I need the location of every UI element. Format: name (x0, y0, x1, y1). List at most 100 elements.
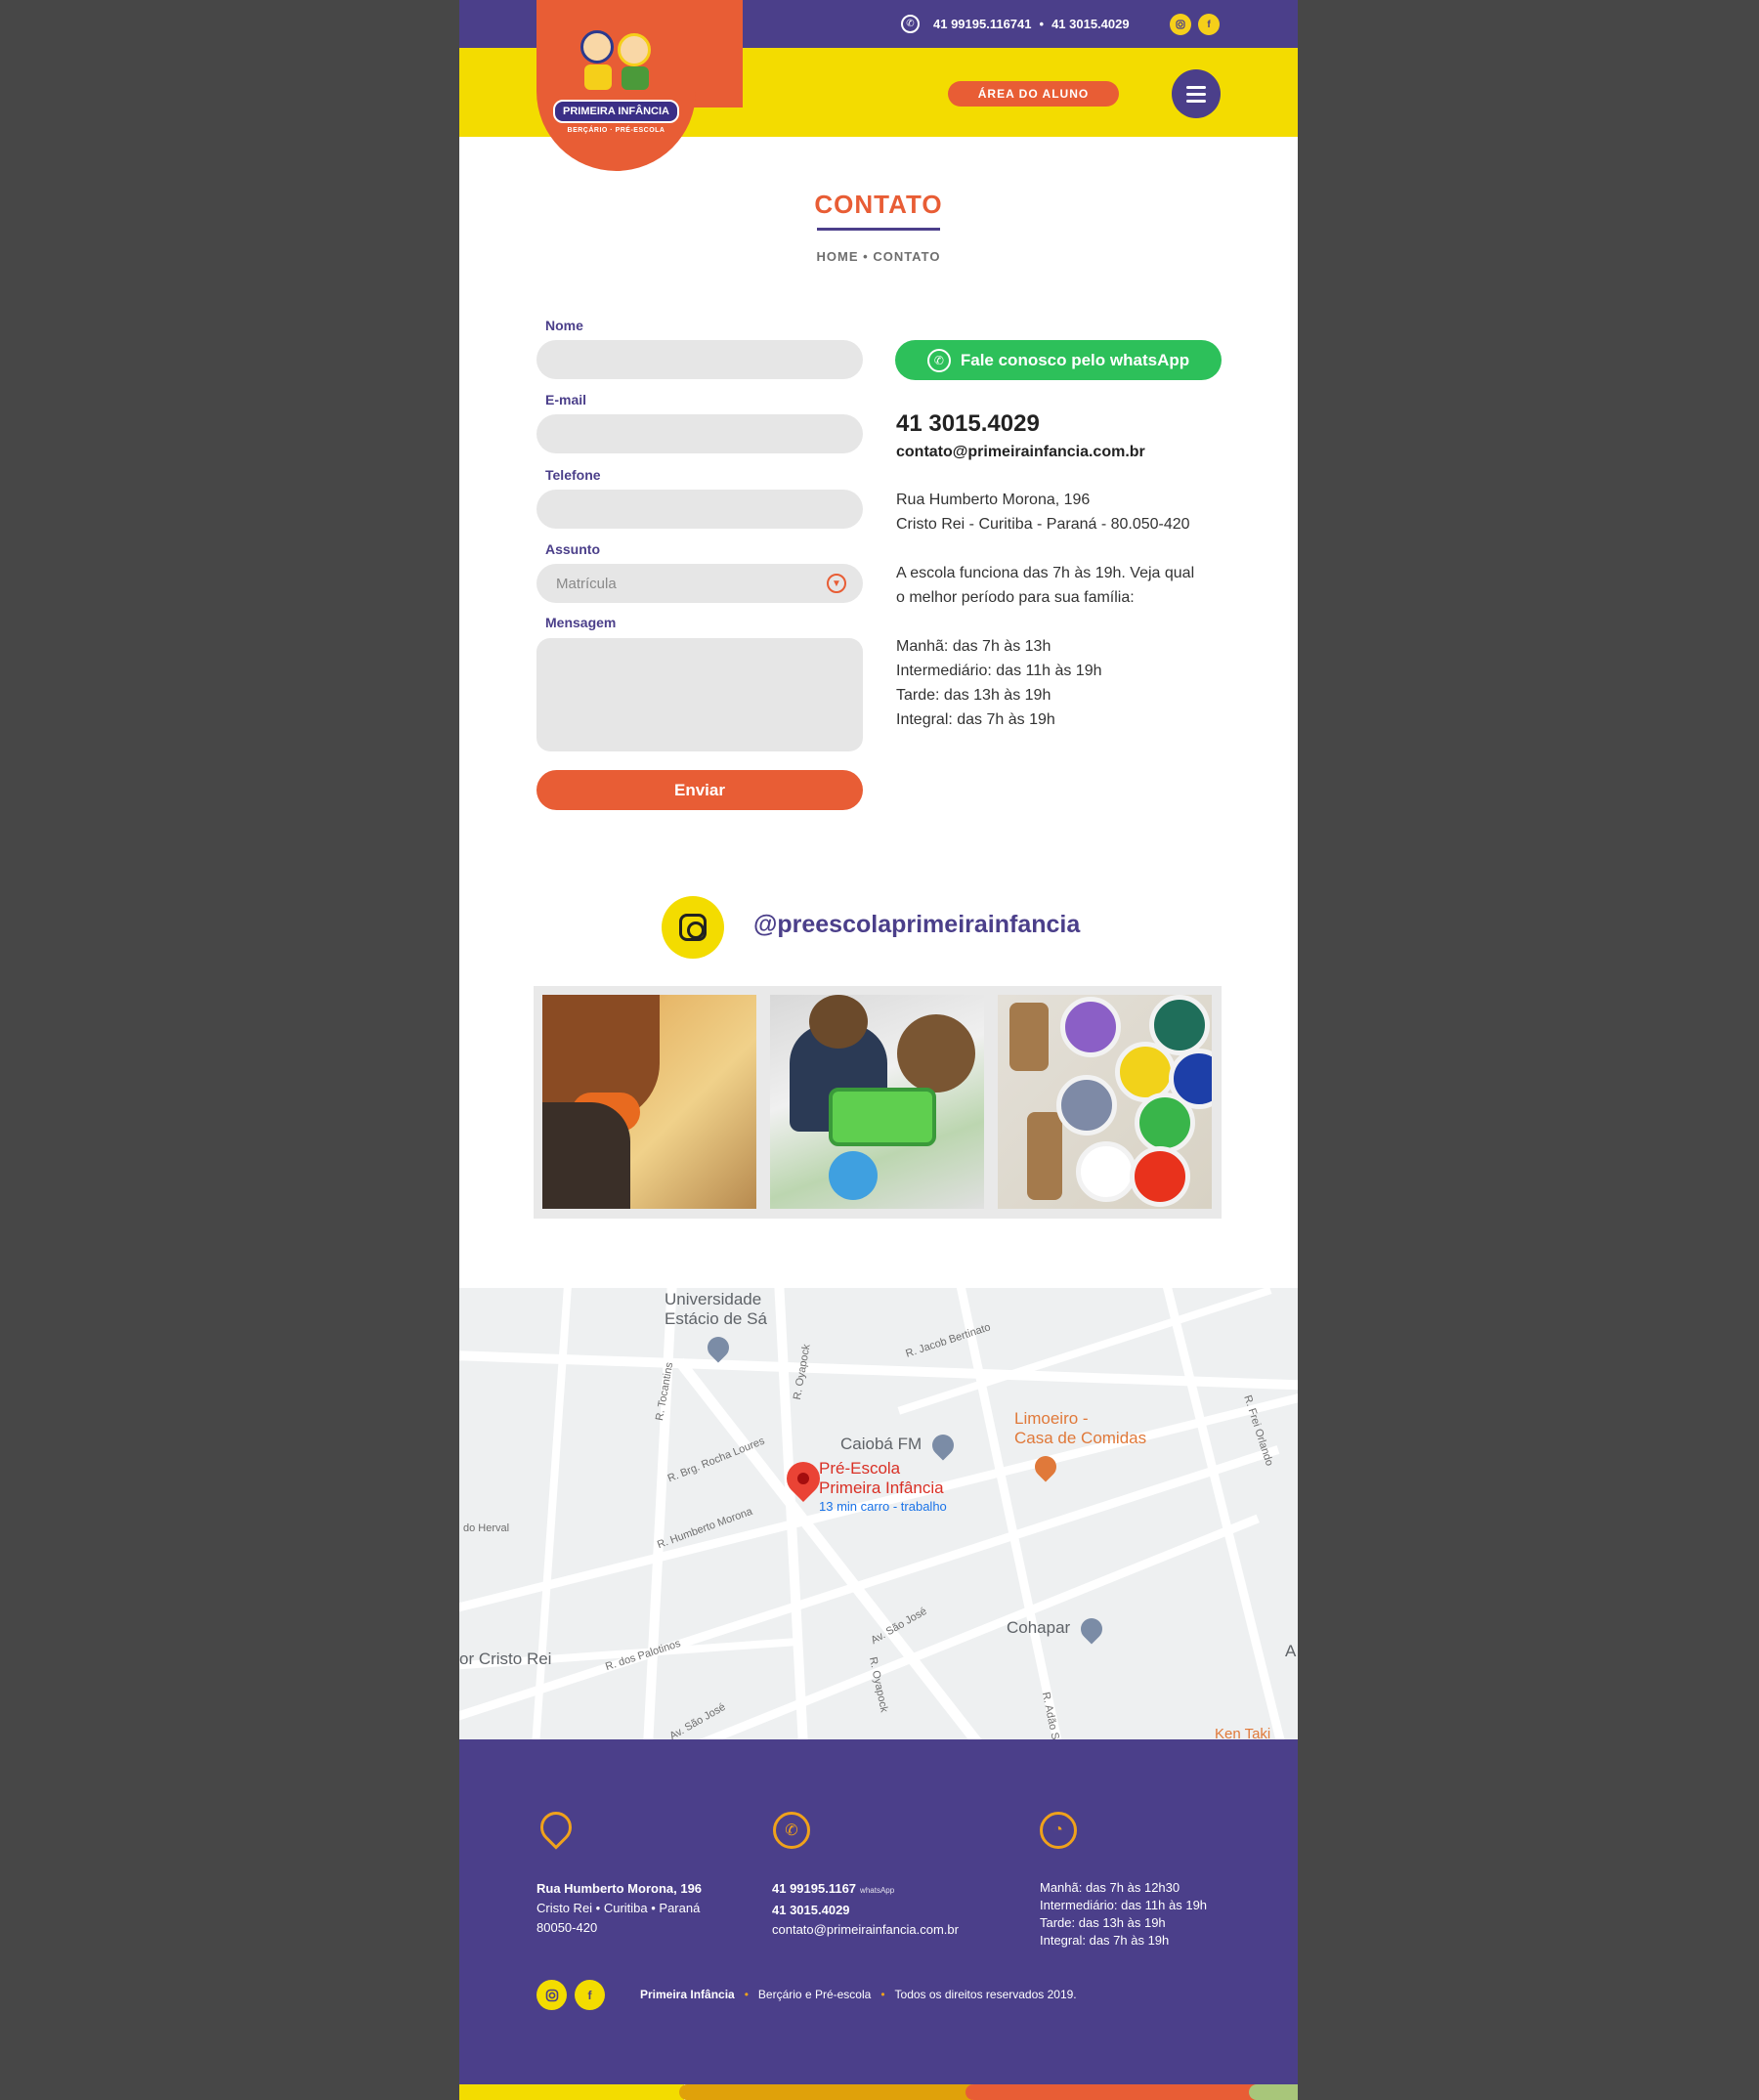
hours-intro-line1: A escola funciona das 7h às 19h. Veja qu… (896, 565, 1195, 581)
hours-tarde: Tarde: das 13h às 19h (896, 687, 1051, 704)
footer-hours-integral: Integral: das 7h às 19h (1040, 1933, 1170, 1948)
building-pin-icon (1076, 1613, 1107, 1645)
mensagem-textarea[interactable] (536, 638, 863, 751)
contact-phone: 41 3015.4029 (896, 410, 1040, 437)
top-phone[interactable]: 41 3015.4029 (1051, 17, 1130, 31)
title-underline (817, 228, 940, 231)
whatsapp-icon: ✆ (926, 348, 951, 372)
instagram-icon[interactable] (662, 896, 724, 959)
hours-intro-line2: o melhor período para sua família: (896, 589, 1135, 606)
telefone-label: Telefone (545, 467, 601, 483)
footer-email[interactable]: contato@primeirainfancia.com.br (772, 1922, 959, 1937)
street-adao: R. Adão S (1039, 1691, 1061, 1739)
nome-input[interactable] (536, 340, 863, 379)
instagram-gallery (534, 986, 1222, 1219)
color-stripe-yellow (459, 2084, 684, 2100)
whatsapp-icon: ✆ (901, 15, 920, 33)
map-kentaki: Ken Taki (1215, 1726, 1271, 1739)
menu-line-icon (1186, 92, 1206, 96)
footer-hours-intermediario: Intermediário: das 11h às 19h (1040, 1898, 1208, 1912)
facebook-icon[interactable]: f (1198, 14, 1220, 35)
instagram-icon[interactable] (536, 1980, 567, 2010)
footer-whatsapp-tag: whatsApp (860, 1886, 895, 1895)
logo-kids-illustration (573, 25, 661, 94)
footer-dot: • (880, 1988, 885, 2001)
page-title: CONTATO (814, 190, 943, 219)
map-route: 13 min carro - trabalho (819, 1499, 947, 1514)
assunto-select[interactable]: Matrícula ▼ (536, 564, 863, 603)
map-school-line1: Pré-Escola (819, 1459, 901, 1478)
hours-integral: Integral: das 7h às 19h (896, 711, 1055, 728)
footer-phone-whatsapp[interactable]: 41 99195.1167 (772, 1881, 856, 1896)
footer-copyright: Primeira Infância • Berçário e Pré-escol… (640, 1988, 1077, 2001)
radio-pin-icon (927, 1430, 959, 1461)
instagram-photo[interactable] (542, 995, 756, 1209)
contact-email[interactable]: contato@primeirainfancia.com.br (896, 444, 1145, 461)
instagram-photo[interactable] (998, 995, 1212, 1209)
menu-line-icon (1186, 99, 1206, 103)
email-label: E-mail (545, 392, 587, 407)
instagram-handle[interactable]: @preescolaprimeirainfancia (753, 911, 1080, 939)
footer-tagline: Berçário e Pré-escola (757, 1988, 872, 2001)
footer: ✆ ◔ Rua Humberto Morona, 196 Cristo Rei … (459, 1739, 1298, 2084)
page: ✆ 41 99195.116741 • 41 3015.4029 f ÁREA … (459, 0, 1298, 2100)
hours-manha: Manhã: das 7h às 13h (896, 638, 1051, 655)
logo[interactable]: PRIMEIRA INFÂNCIA BERÇÁRIO · PRÉ-ESCOLA (536, 0, 696, 171)
logo-subtitle: BERÇÁRIO · PRÉ-ESCOLA (567, 127, 665, 134)
menu-line-icon (1186, 85, 1206, 89)
street-tocantins: R. Tocantins (654, 1361, 676, 1422)
map-limoeiro-line1: Limoeiro - (1014, 1409, 1089, 1428)
assunto-label: Assunto (545, 541, 600, 557)
map-univ-line2: Estácio de Sá (665, 1309, 767, 1328)
top-phone-whatsapp[interactable]: 41 99195.116741 (933, 17, 1032, 31)
facebook-icon[interactable]: f (575, 1980, 605, 2010)
assunto-value: Matrícula (556, 575, 617, 592)
instagram-icon[interactable] (1170, 14, 1191, 35)
footer-address-city: Cristo Rei • Curitiba • Paraná (536, 1901, 701, 1915)
footer-contacts: 41 99195.1167 whatsApp 41 3015.4029 conta… (772, 1879, 959, 1940)
whatsapp-icon: ✆ (773, 1812, 810, 1849)
footer-address-street: Rua Humberto Morona, 196 (536, 1881, 703, 1896)
map-school-line2: Primeira Infância (819, 1479, 944, 1497)
footer-hours-manha: Manhã: das 7h às 12h30 (1040, 1880, 1180, 1895)
top-contacts: ✆ 41 99195.116741 • 41 3015.4029 (901, 15, 1130, 33)
footer-hours: Manhã: das 7h às 12h30 Intermediário: da… (1040, 1879, 1207, 1950)
hours-intermediario: Intermediário: das 11h às 19h (896, 663, 1102, 679)
email-input[interactable] (536, 414, 863, 453)
color-stripe-green (1249, 2084, 1298, 2100)
whatsapp-button-label: Fale conosco pelo whatsApp (960, 350, 1190, 369)
footer-dot: • (744, 1988, 749, 2001)
location-icon (534, 1805, 579, 1850)
chevron-down-icon: ▼ (827, 574, 846, 593)
top-separator: • (1039, 17, 1045, 31)
logo-brand: PRIMEIRA INFÂNCIA (553, 100, 679, 123)
google-map[interactable]: Universidade Estácio de Sá Caiobá FM Lim… (459, 1288, 1298, 1739)
mensagem-label: Mensagem (545, 615, 617, 630)
footer-hours-tarde: Tarde: das 13h às 19h (1040, 1915, 1166, 1930)
breadcrumb[interactable]: HOME • CONTATO (459, 249, 1298, 264)
area-aluno-button[interactable]: ÁREA DO ALUNO (948, 81, 1119, 107)
map-cohapar: Cohapar (1007, 1618, 1071, 1637)
contact-address-line1: Rua Humberto Morona, 196 (896, 492, 1091, 508)
map-caioba: Caiobá FM (840, 1435, 922, 1453)
instagram-photo[interactable] (770, 995, 984, 1209)
school-pin-icon (703, 1332, 734, 1363)
enviar-button[interactable]: Enviar (536, 770, 863, 810)
nome-label: Nome (545, 318, 583, 333)
footer-phone[interactable]: 41 3015.4029 (772, 1903, 850, 1917)
map-a-letter: A (1285, 1642, 1297, 1660)
contact-address-line2: Cristo Rei - Curitiba - Paraná - 80.050-… (896, 516, 1190, 533)
map-cristo-rei: or Cristo Rei (459, 1650, 552, 1668)
hamburger-menu-button[interactable] (1172, 69, 1221, 118)
footer-brand: Primeira Infância (640, 1988, 735, 2001)
whatsapp-button[interactable]: ✆ Fale conosco pelo whatsApp (895, 340, 1222, 380)
footer-rights: Todos os direitos reservados 2019. (894, 1988, 1077, 2001)
telefone-input[interactable] (536, 490, 863, 529)
color-stripe-amber (679, 2084, 972, 2100)
map-limoeiro-line2: Casa de Comidas (1014, 1429, 1147, 1447)
map-do-herval: do Herval (463, 1522, 510, 1534)
clock-icon: ◔ (1040, 1812, 1077, 1849)
footer-address-cep: 80050-420 (536, 1920, 598, 1935)
map-univ-line1: Universidade (665, 1290, 762, 1308)
footer-address: Rua Humberto Morona, 196 Cristo Rei • Cu… (536, 1879, 702, 1938)
